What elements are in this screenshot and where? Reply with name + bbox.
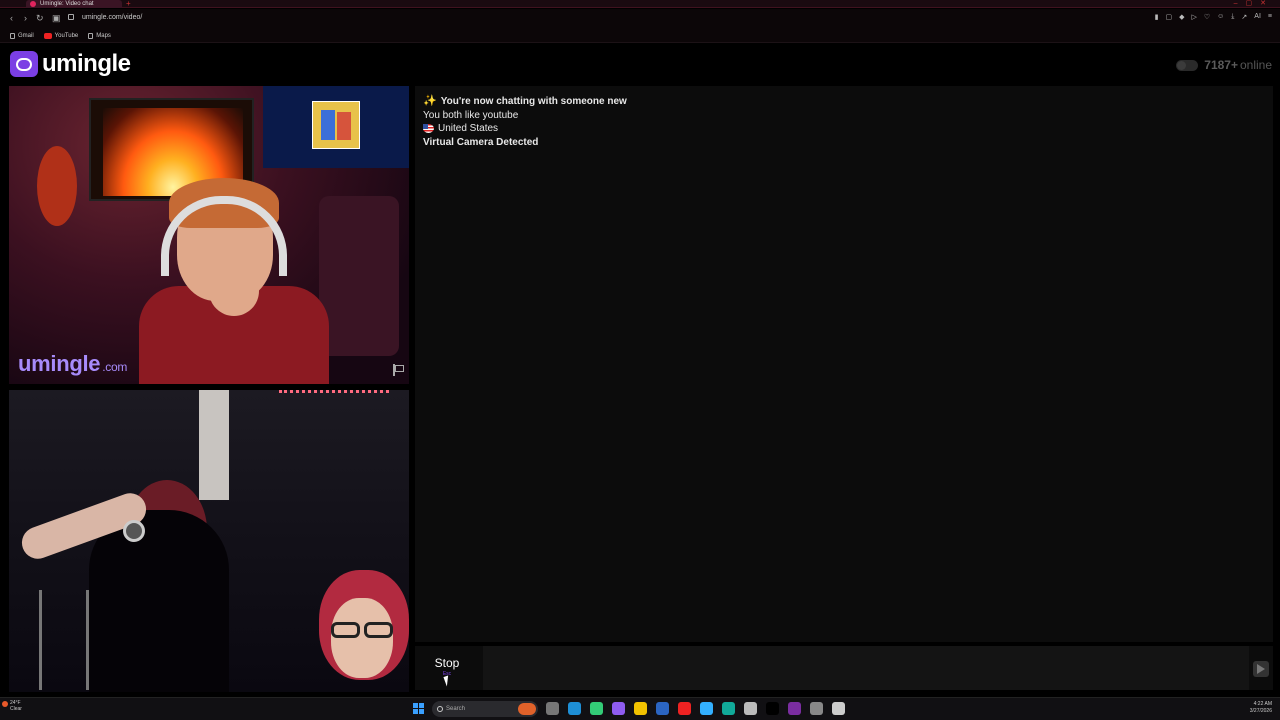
ai-button[interactable]: AI — [1254, 13, 1261, 21]
back-icon[interactable]: ‹ — [10, 13, 13, 23]
heart-icon[interactable]: ♡ — [1204, 13, 1210, 21]
reload-icon[interactable]: ↻ — [36, 13, 44, 24]
second-person-face — [331, 598, 393, 678]
taskbar-app-icon[interactable] — [788, 702, 801, 715]
taskbar-app-icon[interactable] — [634, 702, 647, 715]
cup — [123, 520, 145, 542]
bookmark-icon — [10, 32, 15, 39]
theme-toggle[interactable] — [1176, 59, 1199, 71]
taskbar-app-icon[interactable] — [744, 702, 757, 715]
send-button[interactable] — [1253, 661, 1269, 677]
taskbar-app-icon[interactable] — [722, 702, 735, 715]
window-controls[interactable]: –▢✕ — [1234, 0, 1274, 7]
us-flag-icon — [423, 124, 434, 134]
bookmark-label: Gmail — [18, 32, 34, 39]
umingle-favicon-icon — [30, 1, 36, 7]
new-tab-icon[interactable]: + — [126, 0, 131, 8]
forward-icon[interactable]: › — [24, 13, 27, 23]
bookmark-icon[interactable]: ▮ — [1155, 13, 1159, 21]
glasses — [331, 622, 393, 638]
tab-strip: Umingle: Video chat + –▢✕ — [0, 0, 1280, 8]
site-info-icon[interactable]: ▣ — [52, 13, 61, 24]
play-icon[interactable]: ▷ — [1191, 13, 1196, 21]
bookmark-gmail[interactable]: Gmail — [10, 32, 34, 39]
lock-icon — [68, 14, 74, 20]
taskbar-search[interactable]: Search — [432, 701, 538, 717]
taskbar-app-icon[interactable] — [656, 702, 669, 715]
taskbar-app-icon[interactable] — [546, 702, 559, 715]
address-bar-row: ‹ › ↻ ▣ umingle.com/video/ ▮ ▢ ◆ ▷ ♡ ☺ ⤓… — [0, 9, 1280, 29]
taskbar-app-icon[interactable] — [590, 702, 603, 715]
chat-input-bar: Stop Esc — [415, 646, 1273, 690]
stranger-video: umingle .com — [9, 86, 409, 384]
tab-umingle[interactable]: Umingle: Video chat — [26, 0, 122, 8]
menu-icon[interactable]: ≡ — [1268, 13, 1272, 21]
chat-message: ✨ You're now chatting with someone new — [423, 95, 627, 107]
account-icon[interactable]: ☺ — [1217, 13, 1224, 21]
site-header: umingle 7187+ online — [0, 44, 1280, 84]
report-flag-icon[interactable] — [391, 364, 404, 376]
bookmark-label: Maps — [96, 32, 111, 39]
chat-panel: ✨ You're now chatting with someone new Y… — [415, 86, 1273, 642]
taskbar-app-icon[interactable] — [568, 702, 581, 715]
background-door — [199, 390, 229, 500]
logo-text[interactable]: umingle — [42, 50, 131, 78]
taskbar-app-icon[interactable] — [612, 702, 625, 715]
extension-toolbar: ▮ ▢ ◆ ▷ ♡ ☺ ⤓ ↗ AI ≡ — [1155, 13, 1272, 21]
chat-message: You both like youtube — [423, 109, 519, 121]
send-icon — [1257, 664, 1265, 674]
search-highlight-icon — [518, 703, 536, 715]
download-icon[interactable]: ⤓ — [1231, 13, 1234, 21]
weather-widget[interactable]: 24°F Clear — [2, 700, 22, 712]
url-text[interactable]: umingle.com/video/ — [82, 14, 142, 21]
self-video — [9, 390, 409, 692]
stop-label: Stop — [434, 655, 460, 670]
taskbar-app-icon[interactable] — [810, 702, 823, 715]
system-clock[interactable]: 4:22 AM 3/27/2026 — [1250, 701, 1272, 715]
stream-overlay-image — [263, 86, 409, 168]
screenshot-icon[interactable]: ▢ — [1165, 13, 1172, 21]
taskbar-app-icon[interactable] — [700, 702, 713, 715]
online-count: 7187+ — [1204, 58, 1238, 72]
taskbar-app-icon[interactable] — [678, 702, 691, 715]
online-counter: 7187+ online — [1176, 58, 1272, 72]
bookmark-label: YouTube — [54, 32, 79, 39]
windows-start-icon[interactable] — [413, 703, 424, 714]
chat-input[interactable] — [483, 646, 1249, 690]
taskbar-app-icon[interactable] — [766, 702, 779, 715]
chat-message: United States — [423, 122, 627, 136]
video-watermark: umingle .com — [18, 351, 128, 376]
tripod — [39, 590, 89, 690]
taskbar-app-icon[interactable] — [832, 702, 845, 715]
person-body — [89, 510, 229, 692]
umingle-logo-icon[interactable] — [10, 51, 38, 77]
bookmarks-bar: Gmail YouTube Maps — [0, 29, 1280, 43]
shield-icon[interactable]: ◆ — [1179, 13, 1184, 21]
youtube-icon — [43, 32, 52, 39]
share-icon[interactable]: ↗ — [1241, 13, 1247, 21]
online-label: online — [1239, 58, 1272, 72]
weather-icon — [2, 701, 8, 707]
bookmark-icon — [88, 32, 94, 39]
tab-title: Umingle: Video chat — [40, 1, 94, 7]
chat-log: ✨ You're now chatting with someone new Y… — [423, 95, 627, 149]
taskbar: 24°F Clear Search 4:22 AM 3/27/2026 — [0, 697, 1280, 720]
weather-condition: Clear — [10, 706, 22, 712]
plush-toy — [37, 146, 77, 226]
neon-lights — [279, 390, 389, 420]
gaming-chair — [319, 196, 399, 356]
chat-message: Virtual Camera Detected — [423, 136, 539, 148]
taskbar-apps — [546, 702, 845, 715]
sparkle-icon: ✨ — [423, 95, 437, 107]
bookmark-maps[interactable]: Maps — [88, 32, 111, 39]
bookmark-youtube[interactable]: YouTube — [43, 32, 79, 39]
